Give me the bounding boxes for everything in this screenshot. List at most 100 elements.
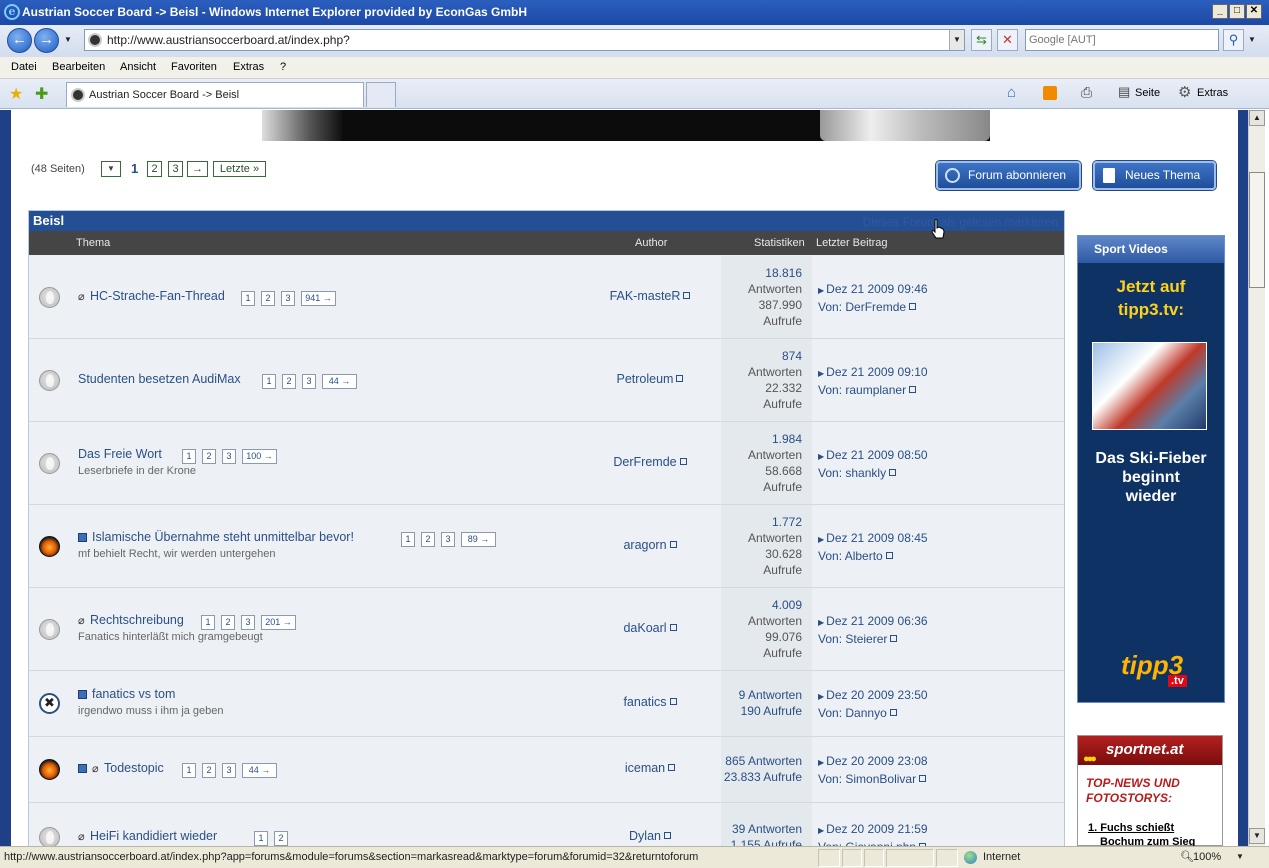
topic-page-link[interactable]: 3 [222,763,236,778]
topic-author-link[interactable]: iceman [580,761,720,775]
search-options-icon[interactable]: ▼ [1248,35,1256,44]
topic-title-link[interactable]: Studenten besetzen AudiMax [78,372,241,386]
last-poster-link[interactable]: Steierer [845,632,887,646]
last-page-link[interactable]: Letzte » [213,161,266,177]
topic-page-link[interactable]: 201 → [261,615,296,630]
author-name[interactable]: Dylan [629,829,661,843]
topic-page-link[interactable]: 1 [182,763,196,778]
topic-page-link[interactable]: 3 [281,291,295,306]
author-name[interactable]: aragorn [623,538,666,552]
new-topic-button[interactable]: Neues Thema [1093,161,1216,190]
last-post-date[interactable]: Dez 20 2009 23:08 [826,754,927,768]
last-post-arrow-icon[interactable]: ▶ [818,826,824,835]
last-poster-link[interactable]: Dannyo [845,706,886,720]
topic-author-link[interactable]: DerFremde [580,455,720,469]
back-button[interactable]: ← [7,28,32,53]
last-post-date[interactable]: Dez 21 2009 06:36 [826,614,927,628]
topic-page-link[interactable]: 44 → [322,374,357,389]
topic-author-link[interactable]: fanatics [580,695,720,709]
topic-title-link[interactable]: fanatics vs tom [92,687,175,701]
author-name[interactable]: iceman [625,761,665,775]
scroll-up-icon[interactable]: ▲ [1249,110,1265,126]
rss-feed-icon[interactable] [1043,86,1057,100]
profile-popup-icon[interactable] [669,624,677,631]
author-name[interactable]: DerFremde [613,455,676,469]
profile-popup-icon[interactable] [663,832,671,839]
vertical-scrollbar[interactable]: ▲ ▼ [1248,110,1265,846]
sportnet-news-title[interactable]: 1. Fuchs schießt [1088,822,1174,834]
zoom-level[interactable]: 100% [1193,847,1221,867]
profile-popup-icon[interactable] [889,709,897,716]
scroll-down-icon[interactable]: ▼ [1249,828,1265,844]
topic-page-link[interactable]: 3 [441,532,455,547]
last-post-date[interactable]: Dez 21 2009 08:45 [826,531,927,545]
profile-popup-icon[interactable] [683,292,691,299]
topic-page-link[interactable]: 3 [302,374,316,389]
menu-extras[interactable]: Extras [233,61,264,73]
last-poster-link[interactable]: raumplaner [845,383,906,397]
last-post-arrow-icon[interactable]: ▶ [818,452,824,461]
profile-popup-icon[interactable] [668,764,676,771]
topic-page-link[interactable]: 3 [222,449,236,464]
extras-menu[interactable]: Extras [1197,87,1228,99]
last-post-date[interactable]: Dez 20 2009 21:59 [826,822,927,836]
last-post-arrow-icon[interactable]: ▶ [818,758,824,767]
add-favorites-icon[interactable]: ✚ [35,84,48,104]
topic-title-link[interactable]: Das Freie Wort [78,447,162,461]
topic-title-link[interactable]: HeiFi kandidiert wieder [90,829,217,843]
last-post-arrow-icon[interactable]: ▶ [818,535,824,544]
next-page-link[interactable]: → [187,161,208,177]
author-name[interactable]: Petroleum [617,372,674,386]
topic-page-link[interactable]: 2 [221,615,235,630]
menu-bearbeiten[interactable]: Bearbeiten [52,61,105,73]
history-dropdown-icon[interactable]: ▼ [64,35,72,44]
minimize-button[interactable]: _ [1212,4,1228,19]
topic-title-link[interactable]: Rechtschreibung [90,613,184,627]
topic-title-link[interactable]: HC-Strache-Fan-Thread [90,289,225,303]
topic-page-link[interactable]: 2 [274,831,288,846]
topic-author-link[interactable]: daKoarl [580,621,720,635]
topic-author-link[interactable]: aragorn [580,538,720,552]
menu-help[interactable]: ? [280,61,286,73]
topic-page-link[interactable]: 1 [241,291,255,306]
close-window-button[interactable]: ✕ [1246,4,1262,19]
stop-button[interactable]: ✕ [997,29,1018,51]
profile-popup-icon[interactable] [890,635,898,642]
profile-popup-icon[interactable] [669,541,677,548]
last-post-date[interactable]: Dez 21 2009 09:46 [826,282,927,296]
topic-page-link[interactable]: 89 → [461,532,496,547]
menu-ansicht[interactable]: Ansicht [120,61,156,73]
topic-page-link[interactable]: 3 [241,615,255,630]
page-link-3[interactable]: 3 [168,161,183,177]
address-input[interactable]: http://www.austriansoccerboard.at/index.… [84,29,965,51]
search-input[interactable]: Google [AUT] [1025,29,1219,51]
mark-forum-read-link[interactable]: Dieses Forum als gelesen markieren [863,213,1058,232]
topic-author-link[interactable]: Dylan [580,829,720,843]
tab-active[interactable]: Austrian Soccer Board -> Beisl [66,82,364,107]
refresh-button[interactable]: ⇆ [971,29,992,51]
scroll-thumb[interactable] [1249,172,1265,288]
home-icon[interactable]: ⌂ [1007,84,1016,101]
page-jump-dropdown[interactable]: ▼ [101,161,121,177]
topic-page-link[interactable]: 2 [282,374,296,389]
forward-button[interactable]: → [34,28,59,53]
author-name[interactable]: daKoarl [623,621,666,635]
topic-page-link[interactable]: 2 [202,449,216,464]
author-name[interactable]: FAK-masteR [610,289,681,303]
page-link-2[interactable]: 2 [147,161,162,177]
topic-page-link[interactable]: 1 [254,831,268,846]
topic-page-link[interactable]: 1 [182,449,196,464]
subscribe-forum-button[interactable]: Forum abonnieren [936,161,1081,190]
last-poster-link[interactable]: shankly [845,466,886,480]
favorites-star-icon[interactable]: ★ [9,84,23,104]
topic-author-link[interactable]: Petroleum [580,372,720,386]
last-post-arrow-icon[interactable]: ▶ [818,369,824,378]
search-button[interactable]: ⚲ [1223,29,1244,51]
topic-page-link[interactable]: 44 → [242,763,277,778]
topic-page-link[interactable]: 1 [201,615,215,630]
address-dropdown-icon[interactable]: ▼ [949,30,964,50]
menu-favoriten[interactable]: Favoriten [171,61,217,73]
topic-page-link[interactable]: 2 [202,763,216,778]
last-post-arrow-icon[interactable]: ▶ [818,692,824,701]
sport-videos-ad[interactable]: Sport Videos Jetzt auf tipp3.tv: Das Ski… [1077,235,1225,703]
